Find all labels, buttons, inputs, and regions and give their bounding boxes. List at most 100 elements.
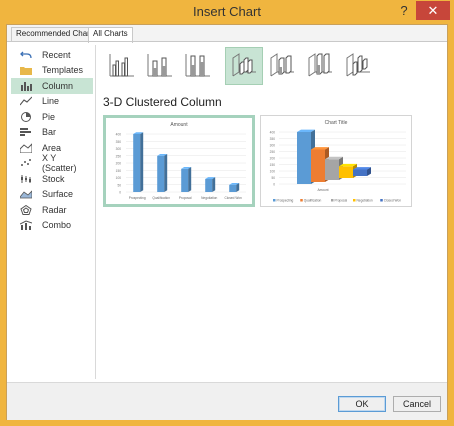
panel-divider bbox=[95, 45, 96, 379]
chart-preview-chart-title[interactable]: Chart Title 400 350 300 250 200 150 100 50 0 Amoun… bbox=[260, 115, 412, 207]
y-tick-label: 350 bbox=[270, 137, 276, 141]
y-tick-label: 250 bbox=[270, 150, 276, 154]
sidebar-item-label: Bar bbox=[42, 127, 57, 138]
bar-qualification-side bbox=[164, 153, 168, 192]
area-chart-icon bbox=[19, 142, 33, 154]
sidebar-item-stock[interactable]: Stock bbox=[11, 171, 93, 187]
bar-closed-won-front bbox=[353, 169, 367, 176]
bar-qualification-front bbox=[157, 155, 165, 192]
bar-negotiation-side bbox=[212, 177, 216, 192]
sidebar-item-label: Templates bbox=[42, 65, 84, 76]
y-tick-label: 400 bbox=[116, 133, 122, 137]
chart-subtype-title: 3-D Clustered Column bbox=[103, 95, 222, 109]
bar-prospecting bbox=[133, 132, 144, 192]
close-button[interactable]: ✕ bbox=[416, 1, 450, 20]
sidebar-item-combo[interactable]: Combo bbox=[11, 218, 93, 234]
legend-label: Negotiation bbox=[357, 199, 373, 203]
y-tick-label: 50 bbox=[117, 183, 121, 187]
x-tick-label: Qualification bbox=[152, 196, 170, 200]
bar-proposal-front bbox=[325, 159, 339, 180]
sidebar-item-label: Radar bbox=[42, 204, 67, 215]
bar-proposal-side bbox=[188, 167, 192, 192]
sidebar-item-surface[interactable]: Surface bbox=[11, 187, 93, 203]
100-stacked-column-icon bbox=[185, 53, 211, 79]
y-tick-label: 250 bbox=[116, 154, 122, 158]
chart-title: Chart Title bbox=[325, 120, 348, 126]
bar-closed-won bbox=[229, 182, 240, 192]
sidebar-item-label: Pie bbox=[42, 111, 56, 122]
bar-qualification bbox=[157, 153, 168, 192]
legend-swatch bbox=[300, 199, 303, 202]
bar-closed-won-front bbox=[229, 184, 237, 192]
stock-chart-icon bbox=[19, 173, 33, 185]
dialog-footer: OK Cancel bbox=[7, 383, 447, 420]
y-tick-label: 200 bbox=[116, 162, 122, 166]
y-tick-label: 400 bbox=[270, 131, 276, 135]
bar-negotiation-front bbox=[205, 178, 213, 192]
column-chart-icon bbox=[19, 80, 33, 92]
chart-title: Amount bbox=[170, 122, 188, 128]
sidebar-item-templates[interactable]: Templates bbox=[11, 63, 93, 79]
line-chart-icon bbox=[19, 95, 33, 107]
sidebar-item-pie[interactable]: Pie bbox=[11, 109, 93, 125]
bar-closed-won bbox=[353, 167, 371, 176]
subtype-3d-clustered-column[interactable] bbox=[225, 47, 263, 85]
sidebar-item-scatter[interactable]: X Y (Scatter) bbox=[11, 153, 93, 173]
tab-divider bbox=[7, 41, 447, 42]
y-tick-label: 0 bbox=[119, 191, 121, 195]
subtype-clustered-column[interactable] bbox=[103, 47, 141, 85]
pie-chart-icon bbox=[19, 111, 33, 123]
radar-chart-icon bbox=[19, 204, 33, 216]
y-tick-label: 150 bbox=[116, 169, 122, 173]
subtype-3d-100-stacked-column[interactable] bbox=[301, 47, 339, 85]
scatter-chart-icon bbox=[19, 157, 33, 169]
chart-svg-chart-title: Chart Title 400 350 300 250 200 150 100 50 0 Amoun… bbox=[270, 120, 406, 203]
chart-type-list: Recent Templates Column Line Pie Bar Are… bbox=[11, 47, 93, 233]
tab-strip: Recommended Charts All Charts bbox=[7, 25, 447, 43]
3d-clustered-column-icon bbox=[231, 52, 257, 80]
sidebar-item-column[interactable]: Column bbox=[11, 78, 93, 94]
sidebar-item-label: Column bbox=[42, 80, 74, 91]
y-tick-label: 50 bbox=[271, 176, 275, 180]
bar-proposal-front bbox=[181, 168, 189, 192]
y-tick-label: 0 bbox=[273, 183, 275, 187]
y-tick-label: 200 bbox=[270, 157, 276, 161]
legend-swatch bbox=[380, 199, 383, 202]
legend-swatch bbox=[353, 199, 356, 202]
ok-button[interactable]: OK bbox=[338, 396, 386, 412]
legend-label: Closed Won bbox=[384, 199, 402, 203]
sidebar-item-recent[interactable]: Recent bbox=[11, 47, 93, 63]
subtype-3d-stacked-column[interactable] bbox=[263, 47, 301, 85]
help-button[interactable]: ? bbox=[397, 3, 411, 19]
bar-proposal bbox=[181, 167, 192, 192]
legend-swatch bbox=[331, 199, 334, 202]
sidebar-item-bar[interactable]: Bar bbox=[11, 125, 93, 141]
y-tick-label: 150 bbox=[270, 163, 276, 167]
sidebar-item-label: Surface bbox=[42, 189, 74, 200]
sidebar-item-label: Line bbox=[42, 96, 60, 107]
sidebar-item-line[interactable]: Line bbox=[11, 94, 93, 110]
bar-negotiation-front bbox=[339, 166, 353, 178]
combo-chart-icon bbox=[19, 219, 33, 231]
bar-chart-icon bbox=[19, 126, 33, 138]
bar-prospecting-front bbox=[133, 134, 141, 192]
title-bar: Insert Chart ? ✕ bbox=[0, 0, 454, 24]
insert-chart-dialog: Insert Chart ? ✕ Recommended Charts All … bbox=[0, 0, 454, 426]
subtype-3d-column[interactable] bbox=[339, 47, 377, 85]
subtype-100-stacked-column[interactable] bbox=[179, 47, 217, 85]
chart-subtype-gallery bbox=[103, 47, 373, 85]
x-tick-label: Prospecting bbox=[129, 196, 146, 200]
y-tick-label: 350 bbox=[116, 140, 122, 144]
legend-label: Proposal bbox=[335, 199, 348, 203]
chart-preview-amount[interactable]: Amount 400 350 300 250 200 150 100 50 0 Prospectin… bbox=[103, 115, 255, 207]
subtype-stacked-column[interactable] bbox=[141, 47, 179, 85]
3d-100-stacked-column-icon bbox=[307, 52, 333, 80]
undo-arrow-icon bbox=[19, 49, 33, 61]
bar-prospecting-side bbox=[140, 132, 144, 192]
bar-prospecting-front bbox=[297, 132, 311, 184]
x-tick-label: Amount bbox=[318, 188, 329, 192]
cancel-button[interactable]: Cancel bbox=[393, 396, 441, 412]
y-tick-label: 100 bbox=[116, 176, 122, 180]
sidebar-item-radar[interactable]: Radar bbox=[11, 202, 93, 218]
dialog-title: Insert Chart bbox=[193, 4, 261, 19]
